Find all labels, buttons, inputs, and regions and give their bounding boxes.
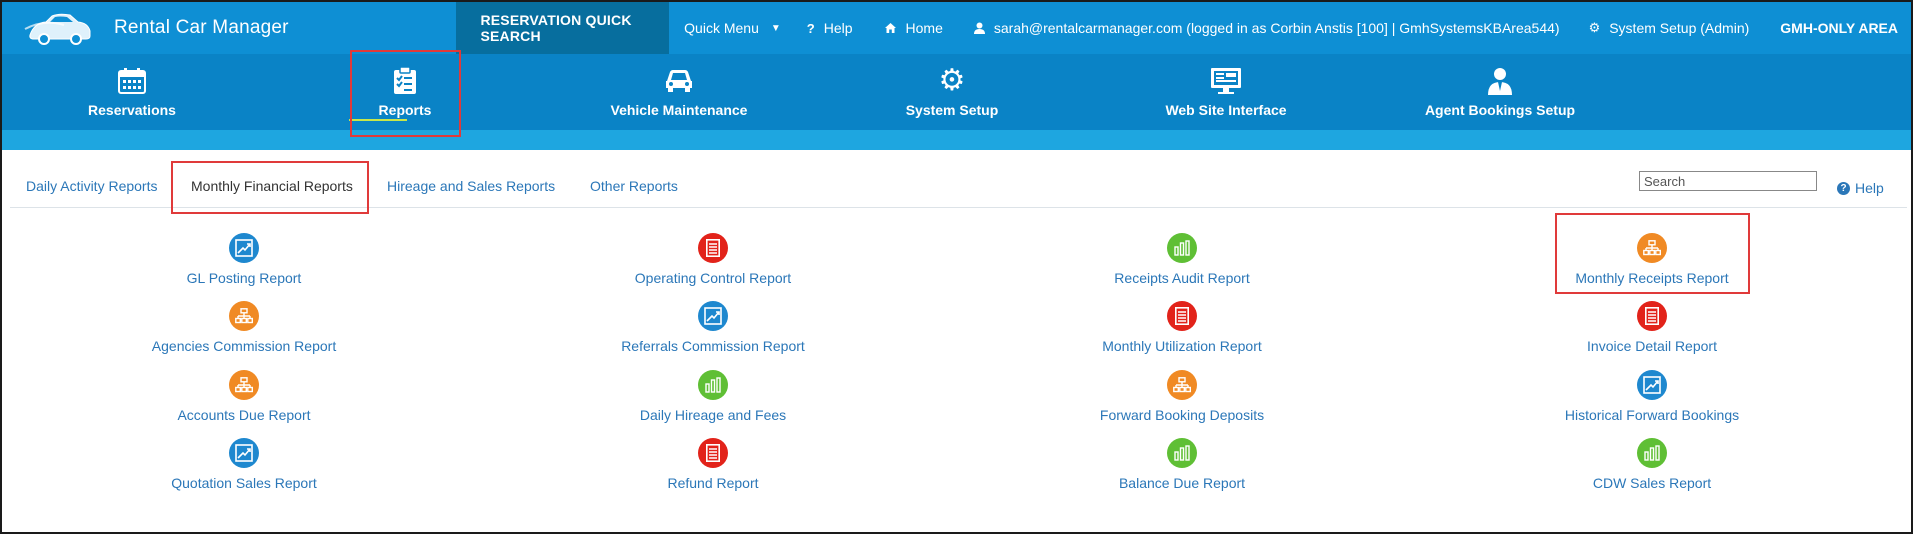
report-link[interactable]: Operating Control Report xyxy=(563,233,863,286)
hierarchy-icon xyxy=(229,370,259,400)
report-link[interactable]: Invoice Detail Report xyxy=(1502,301,1802,354)
caret-down-icon: ▼ xyxy=(770,22,781,34)
hierarchy-icon xyxy=(229,301,259,331)
system-setup-admin-link[interactable]: ⚙ System Setup (Admin) xyxy=(1573,2,1763,54)
monitor-icon xyxy=(1211,68,1241,94)
home-link[interactable]: Home xyxy=(866,2,956,54)
home-label: Home xyxy=(905,20,943,36)
bar-chart-icon xyxy=(1167,438,1197,468)
module-label: Vehicle Maintenance xyxy=(610,102,748,118)
chart-icon xyxy=(1637,370,1667,400)
module-label: Web Site Interface xyxy=(1165,102,1287,118)
quick-menu-label: Quick Menu xyxy=(684,20,759,36)
report-link[interactable]: Agencies Commission Report xyxy=(94,301,394,354)
report-label: Operating Control Report xyxy=(634,270,792,286)
car-logo-icon xyxy=(24,13,91,45)
chart-icon xyxy=(229,233,259,263)
help-label: Help xyxy=(1855,180,1884,196)
document-icon xyxy=(698,438,728,468)
brand[interactable]: Rental Car Manager xyxy=(2,2,432,54)
module-label: Agent Bookings Setup xyxy=(1424,102,1576,118)
car-icon xyxy=(666,70,692,92)
top-navigation-bar: Rental Car Manager RESERVATION QUICK SEA… xyxy=(2,2,1911,54)
bar-chart-icon xyxy=(1167,233,1197,263)
module-web-site-interface[interactable]: Web Site Interface xyxy=(1126,64,1326,118)
report-label: Invoice Detail Report xyxy=(1587,338,1717,354)
agent-icon xyxy=(1488,68,1512,95)
report-label: Forward Booking Deposits xyxy=(1099,407,1265,423)
module-bar-strip xyxy=(2,130,1911,150)
tab-daily-activity-reports[interactable]: Daily Activity Reports xyxy=(26,178,157,194)
report-link[interactable]: Quotation Sales Report xyxy=(94,438,394,491)
module-reservations[interactable]: Reservations xyxy=(32,64,232,118)
report-label: Daily Hireage and Fees xyxy=(639,407,787,423)
report-label: Monthly Utilization Report xyxy=(1102,338,1262,354)
report-link[interactable]: Balance Due Report xyxy=(1032,438,1332,491)
home-icon xyxy=(884,23,896,33)
question-circle-icon: ? xyxy=(1837,181,1850,195)
report-link[interactable]: Accounts Due Report xyxy=(94,370,394,423)
report-label: Balance Due Report xyxy=(1118,475,1246,491)
module-label: System Setup xyxy=(905,102,999,118)
user-icon xyxy=(973,22,985,34)
document-icon xyxy=(698,233,728,263)
reservation-quick-search-button[interactable]: RESERVATION QUICK SEARCH xyxy=(456,2,670,54)
document-icon xyxy=(1637,301,1667,331)
module-agent-bookings-setup[interactable]: Agent Bookings Setup xyxy=(1400,64,1600,118)
report-label: Referrals Commission Report xyxy=(621,338,805,354)
help-label: Help xyxy=(823,20,853,36)
report-link[interactable]: Referrals Commission Report xyxy=(563,301,863,354)
report-link[interactable]: Monthly Utilization Report xyxy=(1032,301,1332,354)
gear-icon: ⚙ xyxy=(1588,20,1601,35)
module-system-setup[interactable]: ⚙ System Setup xyxy=(852,64,1052,119)
report-link[interactable]: GL Posting Report xyxy=(94,233,394,286)
report-label: Quotation Sales Report xyxy=(171,475,317,491)
app-title: Rental Car Manager xyxy=(114,17,289,38)
highlight-monthly-receipts-report xyxy=(1555,213,1750,294)
module-vehicle-maintenance[interactable]: Vehicle Maintenance xyxy=(579,64,779,118)
question-icon: ? xyxy=(806,20,815,36)
highlight-reports-module xyxy=(350,50,461,137)
help-button[interactable]: ? Help xyxy=(1837,180,1884,196)
tab-hireage-and-sales-reports[interactable]: Hireage and Sales Reports xyxy=(387,178,555,194)
hierarchy-icon xyxy=(1167,370,1197,400)
chart-icon xyxy=(698,301,728,331)
report-link[interactable]: Forward Booking Deposits xyxy=(1032,370,1332,423)
bar-chart-icon xyxy=(1637,438,1667,468)
report-label: Refund Report xyxy=(667,475,759,491)
report-link[interactable]: Historical Forward Bookings xyxy=(1502,370,1802,423)
document-icon xyxy=(1167,301,1197,331)
report-link[interactable]: Receipts Audit Report xyxy=(1032,233,1332,286)
system-setup-admin-label: System Setup (Admin) xyxy=(1609,20,1750,36)
quick-menu-dropdown[interactable]: Quick Menu ▼ xyxy=(669,2,794,54)
report-label: Accounts Due Report xyxy=(177,407,311,423)
report-label: GL Posting Report xyxy=(186,270,302,286)
gear-icon: ⚙ xyxy=(938,64,966,97)
chart-icon xyxy=(229,438,259,468)
report-label: Receipts Audit Report xyxy=(1114,270,1250,286)
calendar-icon xyxy=(118,68,146,94)
gmh-only-area-link[interactable]: GMH-ONLY AREA xyxy=(1762,2,1911,54)
report-link[interactable]: CDW Sales Report xyxy=(1502,438,1802,491)
help-link[interactable]: ? Help xyxy=(794,2,866,54)
module-label: Reservations xyxy=(88,102,176,118)
report-link[interactable]: Refund Report xyxy=(563,438,863,491)
user-label: sarah@rentalcarmanager.com (logged in as… xyxy=(993,20,1560,36)
report-label: Historical Forward Bookings xyxy=(1564,407,1740,423)
user-account-link[interactable]: sarah@rentalcarmanager.com (logged in as… xyxy=(956,2,1573,54)
search-input[interactable] xyxy=(1639,171,1817,191)
highlight-monthly-financial-tab xyxy=(171,161,369,214)
bar-chart-icon xyxy=(698,370,728,400)
report-link[interactable]: Daily Hireage and Fees xyxy=(563,370,863,423)
report-label: Agencies Commission Report xyxy=(151,338,337,354)
report-label: CDW Sales Report xyxy=(1592,475,1712,491)
tab-other-reports[interactable]: Other Reports xyxy=(590,178,678,194)
